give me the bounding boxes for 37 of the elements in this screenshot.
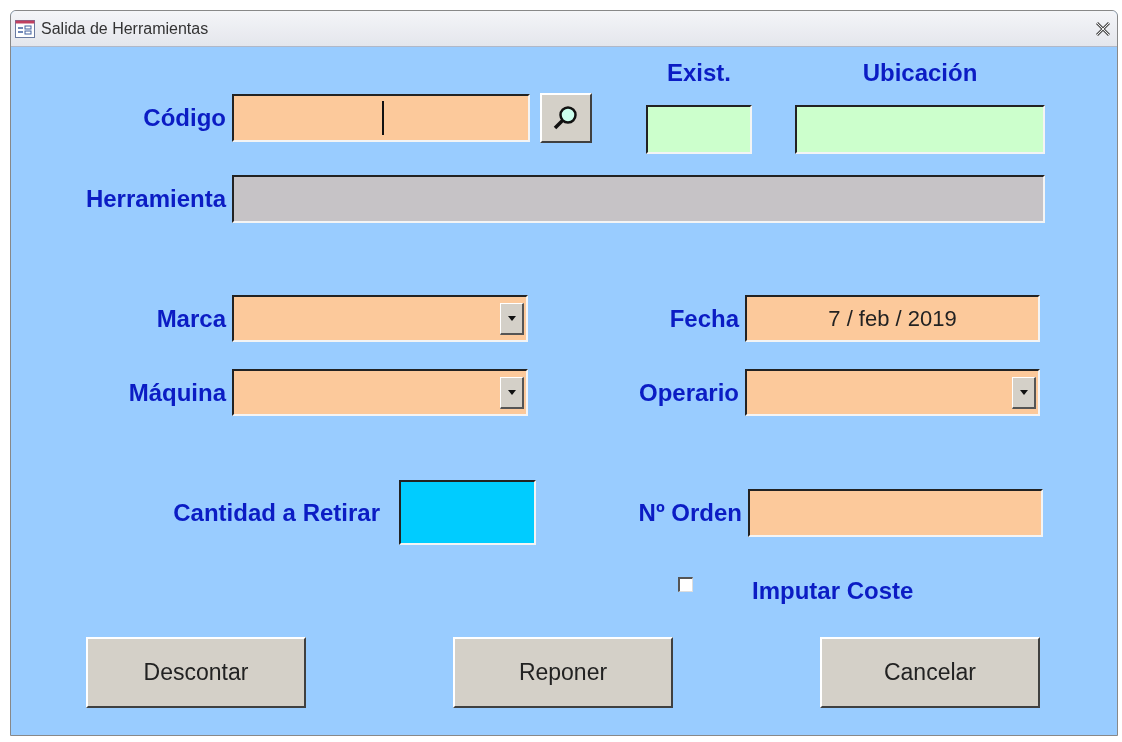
text-cursor <box>382 101 384 135</box>
text-field[interactable]: 7 / feb / 2019 <box>745 295 1040 342</box>
search-icon <box>553 105 579 131</box>
form-button[interactable]: Cancelar <box>820 637 1040 708</box>
dropdown-button[interactable] <box>500 303 524 335</box>
combo-box[interactable] <box>232 369 528 416</box>
text-field[interactable] <box>232 94 530 142</box>
form-icon <box>15 19 35 38</box>
window-title: Salida de Herramientas <box>41 18 209 39</box>
field-label: Ubicación <box>861 61 979 85</box>
checkbox-label: Imputar Coste <box>752 576 914 606</box>
field-label: Marca <box>155 306 226 331</box>
form-button[interactable]: Descontar <box>86 637 306 708</box>
checkbox[interactable] <box>678 576 693 592</box>
dropdown-button[interactable] <box>1012 377 1036 409</box>
text-field[interactable] <box>748 488 1043 537</box>
text-field[interactable] <box>795 105 1045 154</box>
field-label: Código <box>142 106 226 130</box>
text-field[interactable] <box>646 105 752 154</box>
field-label: Operario <box>637 380 739 405</box>
search-button[interactable] <box>540 93 592 143</box>
text-field[interactable] <box>399 480 536 545</box>
combo-box[interactable] <box>745 369 1040 416</box>
dropdown-button[interactable] <box>500 377 524 409</box>
close-icon[interactable] <box>1095 21 1111 36</box>
field-label: Cantidad a Retirar <box>172 500 380 525</box>
combo-box[interactable] <box>232 295 528 342</box>
field-label: Exist. <box>666 61 732 85</box>
field-label: Herramienta <box>84 187 226 211</box>
dropdown-arrow-icon <box>507 316 516 321</box>
text-field[interactable] <box>232 175 1045 223</box>
form-button[interactable]: Reponer <box>453 637 673 708</box>
dropdown-arrow-icon <box>507 390 516 395</box>
field-label: Fecha <box>668 306 739 331</box>
field-label: Nº Orden <box>637 500 742 525</box>
field-label: Máquina <box>127 380 226 405</box>
dropdown-arrow-icon <box>1019 390 1028 395</box>
